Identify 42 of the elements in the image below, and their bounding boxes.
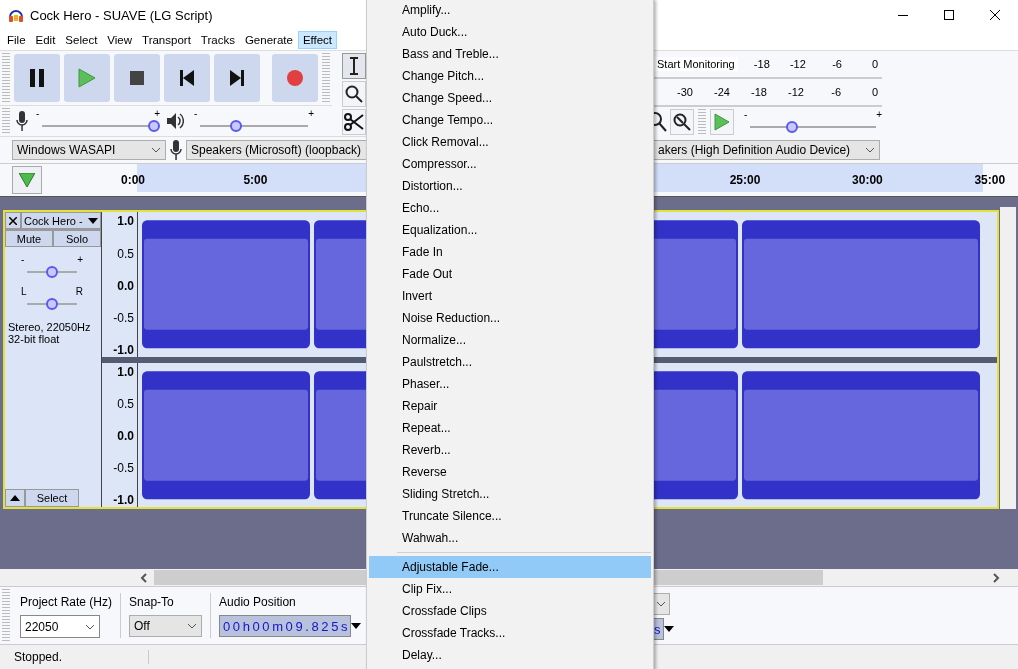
scale-label: 0.0 [117, 278, 134, 293]
project-rate-label: Project Rate (Hz) [20, 595, 113, 610]
scale-label: 1.0 [117, 214, 134, 229]
slider-max-label: + [308, 108, 314, 119]
snap-to-label: Snap-To [129, 595, 175, 610]
scale-label: -0.5 [113, 461, 134, 476]
scale-label: 0.0 [117, 429, 134, 444]
slider-max-label: + [77, 255, 83, 266]
slider-min-label: L [21, 287, 27, 298]
scale-label: -0.5 [113, 310, 134, 325]
meter-tick-label: 0 [870, 57, 879, 70]
slider-max-label: R [75, 287, 83, 298]
track-info: 32-bit float [8, 333, 61, 346]
slider-min-label: - [194, 108, 198, 119]
meter-tick-label: -12 [787, 85, 805, 98]
time-label: 25:00 [729, 172, 761, 187]
scale-label: -1.0 [113, 342, 134, 357]
meter-tick-label: 0 [870, 85, 879, 98]
track-info: Stereo, 22050Hz [8, 321, 92, 334]
slider-max-label: + [876, 109, 882, 120]
status-text: Stopped. [0, 650, 149, 665]
audio-position-label: Audio Position [219, 595, 297, 610]
slider-max-label: + [154, 108, 160, 119]
scale-label: 1.0 [117, 364, 134, 379]
scale-label: -1.0 [113, 493, 134, 508]
window-title: Cock Hero - SUAVE (LG Script) [30, 7, 213, 23]
meter-tick-label: -12 [788, 57, 807, 70]
meter-tick-label: -6 [830, 85, 842, 98]
slider-min-label: - [21, 255, 25, 266]
time-label: 0:00 [121, 172, 145, 187]
scale-label: 0.5 [117, 397, 134, 412]
meter-tick-label: -18 [752, 57, 771, 70]
meter-tick-label: -18 [750, 85, 768, 98]
time-label: 5:00 [243, 172, 268, 187]
meter-tick-label: -30 [676, 85, 694, 98]
time-label: 35:00 [974, 172, 1006, 187]
meter-tick-label: -24 [713, 85, 731, 98]
time-label: 30:00 [852, 172, 883, 187]
scale-label: 0.5 [117, 246, 134, 261]
meter-tick-label: -6 [831, 57, 843, 70]
slider-min-label: - [36, 108, 40, 119]
slider-min-label: - [744, 109, 748, 120]
